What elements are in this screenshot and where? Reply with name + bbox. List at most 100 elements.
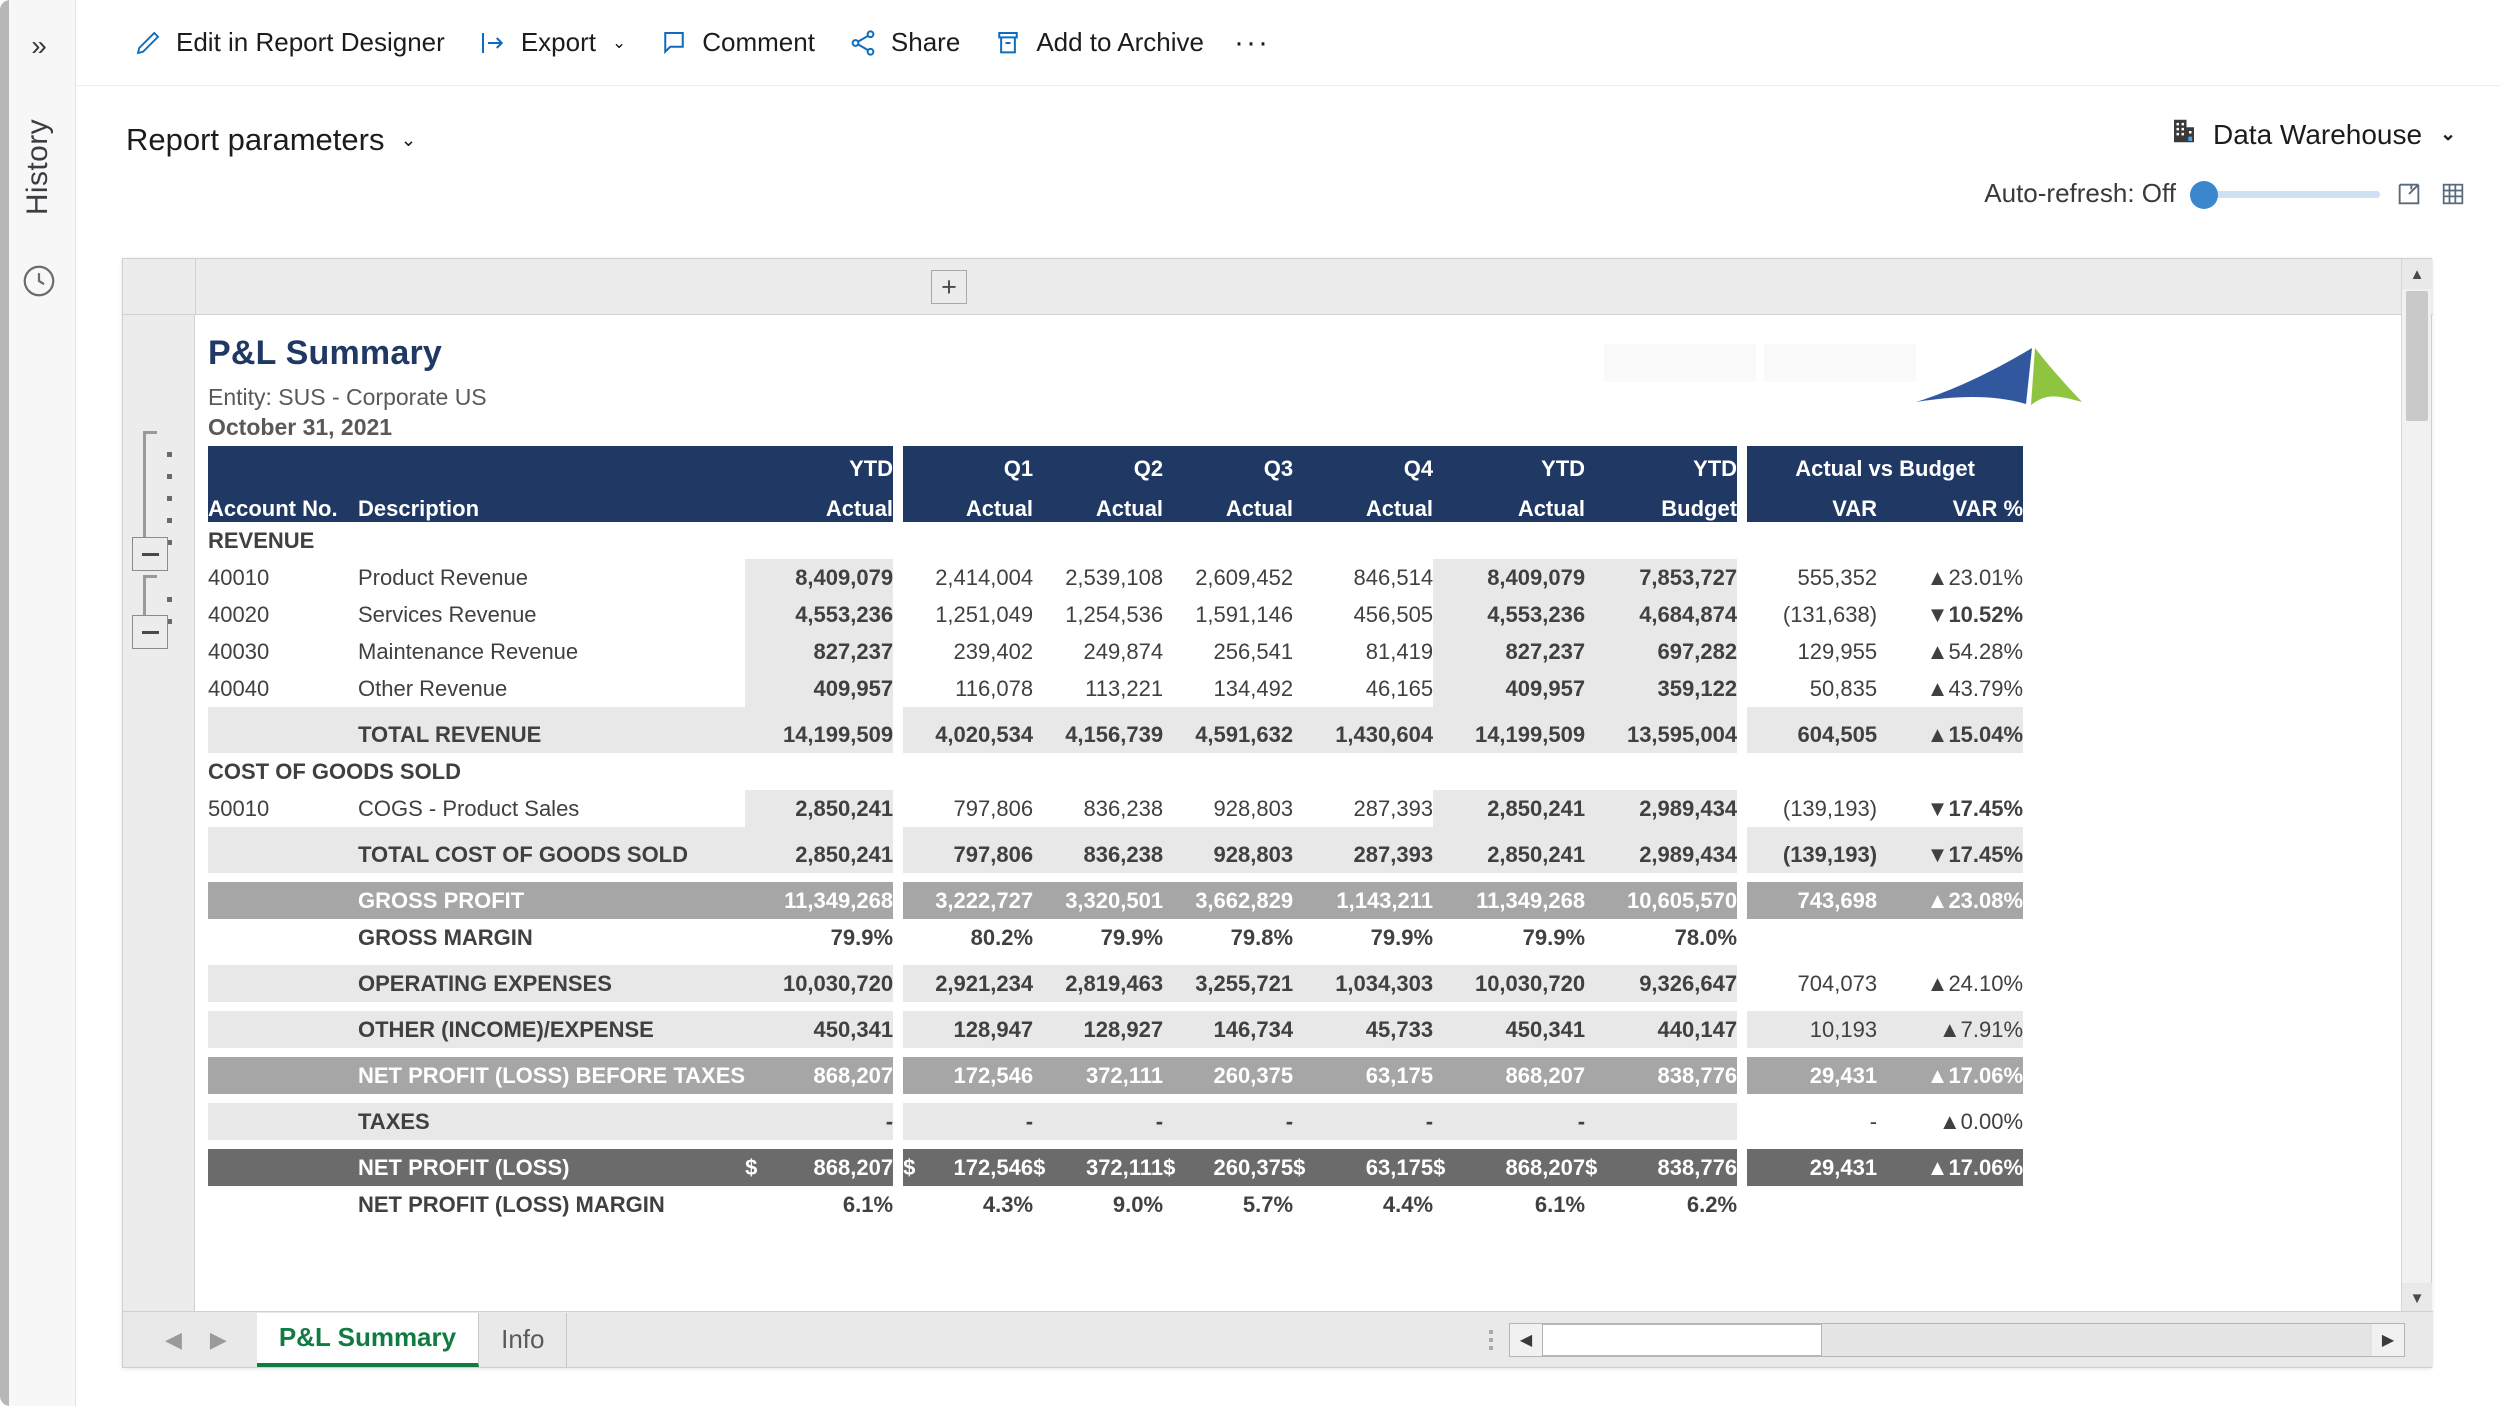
header-ytd-actual-top: YTD: [745, 446, 894, 484]
scroll-left-button[interactable]: ◀: [1510, 1324, 1542, 1356]
export-box-icon[interactable]: [2394, 179, 2424, 209]
table-row[interactable]: 50010 COGS - Product Sales 2,850,241 797…: [208, 790, 2023, 827]
header-ytd-actual: Actual: [745, 484, 894, 522]
cell-q1: 239,402: [953, 638, 1034, 664]
cell-q3: 928,803: [1213, 795, 1294, 821]
cell-description: Product Revenue: [358, 564, 528, 590]
pnl-table: YTD Q1 Q2 Q3 Q4 YTD YTD Actual vs Budget…: [208, 446, 2024, 1223]
cell-var: (139,193): [1747, 836, 1878, 873]
cell-ytd-actual-2: 2,850,241: [1433, 790, 1586, 827]
summary-row-taxes[interactable]: TAXES - - - - - - - ▲0.00%: [208, 1103, 2023, 1140]
report-date: October 31, 2021: [208, 414, 393, 440]
cell-label: TAXES: [358, 1103, 746, 1140]
horizontal-scroll-track[interactable]: [1542, 1324, 2372, 1356]
vertical-scrollbar[interactable]: ▲ ▼: [2401, 259, 2432, 1313]
cell-ytd-actual-2: $868,207: [1433, 1149, 1586, 1186]
collapse-cogs-group-button[interactable]: [132, 615, 168, 649]
rail-edge: [0, 0, 9, 1406]
cell-q4: -: [1293, 1103, 1434, 1140]
cell-q2: 249,874: [1083, 638, 1164, 664]
sheet-tab-pl-summary[interactable]: P&L Summary: [256, 1312, 480, 1367]
clock-icon[interactable]: [20, 262, 58, 300]
sheet-prev-button[interactable]: ◀: [165, 1327, 182, 1353]
sheet-tab-bar: ◀ ▶ P&L Summary Info ◀ ▶: [123, 1311, 2433, 1367]
share-button[interactable]: Share: [831, 15, 976, 71]
cell-ytd-budget: 359,122: [1585, 670, 1738, 707]
horizontal-scrollbar[interactable]: ◀ ▶: [1509, 1323, 2405, 1357]
cell-ytd-actual-2: 6.1%: [1534, 1191, 1586, 1217]
split-grip[interactable]: [1489, 1330, 1493, 1350]
scroll-up-button[interactable]: ▲: [2402, 259, 2432, 289]
summary-row-net-profit[interactable]: NET PROFIT (LOSS) $868,207 $172,546 $372…: [208, 1149, 2024, 1186]
sheet-tab-info[interactable]: Info: [479, 1312, 568, 1367]
cell-q4: 4.4%: [1382, 1191, 1434, 1217]
header-q4-actual: Actual: [1293, 484, 1434, 522]
collapse-revenue-group-button[interactable]: [132, 537, 168, 571]
cell-q4: 287,393: [1293, 836, 1434, 873]
expand-panel-icon[interactable]: »: [18, 26, 60, 66]
expand-group-button[interactable]: +: [931, 270, 967, 304]
cell-ytd-actual-2: 8,409,079: [1433, 559, 1586, 596]
table-row[interactable]: 40020 Services Revenue 4,553,236 1,251,0…: [208, 596, 2023, 633]
cell-var-pct: ▲15.04%: [1877, 716, 2024, 753]
cell-q3: 1,591,146: [1195, 601, 1294, 627]
slider-knob[interactable]: [2190, 180, 2218, 209]
table-row[interactable]: 40040 Other Revenue 409,957 116,078 113,…: [208, 670, 2023, 707]
edit-in-report-designer-label: Edit in Report Designer: [176, 27, 445, 57]
cell-q2: 79.9%: [1100, 924, 1164, 950]
history-panel-tab[interactable]: History: [12, 92, 64, 242]
data-source-dropdown[interactable]: Data Warehouse ⌄: [2169, 116, 2456, 153]
cell-label: GROSS MARGIN: [358, 924, 533, 950]
table-row[interactable]: 40030 Maintenance Revenue 827,237 239,40…: [208, 633, 2023, 670]
export-label: Export: [520, 27, 596, 57]
scroll-right-button[interactable]: ▶: [2372, 1324, 2404, 1356]
left-rail: » History: [0, 0, 76, 1406]
sheet-next-button[interactable]: ▶: [210, 1327, 227, 1353]
ghost-cell-1: [1604, 344, 1756, 382]
table-row[interactable]: 40010 Product Revenue 8,409,079 2,414,00…: [208, 559, 2023, 596]
summary-row-gross-margin[interactable]: GROSS MARGIN 79.9% 80.2% 79.9% 79.8% 79.…: [208, 919, 2023, 956]
auto-refresh-slider[interactable]: [2190, 180, 2380, 209]
summary-row-gross-profit[interactable]: GROSS PROFIT 11,349,268 3,222,727 3,320,…: [208, 882, 2024, 919]
grid-icon[interactable]: [2438, 179, 2468, 209]
cell-var: -: [1869, 1108, 1878, 1134]
total-row-revenue[interactable]: TOTAL REVENUE 14,199,509 4,020,534 4,156…: [208, 716, 2024, 753]
edit-in-report-designer-button[interactable]: Edit in Report Designer: [116, 15, 461, 71]
cell-q3: 79.8%: [1230, 924, 1294, 950]
header-q2-top: Q2: [1033, 446, 1164, 484]
summary-row-net-profit-before-taxes[interactable]: NET PROFIT (LOSS) BEFORE TAXES 868,207 1…: [208, 1057, 2024, 1094]
cell-q3: $260,375: [1163, 1149, 1294, 1186]
horizontal-scroll-thumb[interactable]: [1542, 1324, 1822, 1356]
cell-ytd-actual-2: -: [1433, 1103, 1586, 1140]
export-icon: [477, 27, 509, 59]
report-parameters-dropdown[interactable]: Report parameters ⌄: [126, 122, 416, 158]
cell-var: (139,193): [1782, 795, 1878, 821]
summary-row-operating-expenses[interactable]: OPERATING EXPENSES 10,030,720 2,921,234 …: [208, 965, 2023, 1002]
cell-ytd-actual-2: 2,850,241: [1433, 836, 1586, 873]
summary-row-other-income-expense[interactable]: OTHER (INCOME)/EXPENSE 450,341 128,947 1…: [208, 1011, 2024, 1048]
summary-row-net-profit-margin[interactable]: NET PROFIT (LOSS) MARGIN 6.1% 4.3% 9.0% …: [208, 1186, 2023, 1223]
cell-ytd-budget: [1585, 1103, 1738, 1140]
cell-var-pct: ▲17.06%: [1877, 1057, 2024, 1094]
more-commands-button[interactable]: ···: [1220, 15, 1284, 71]
scroll-down-button[interactable]: ▼: [2402, 1283, 2432, 1313]
arrow-up-icon: ▲: [1926, 721, 1949, 747]
cell-ytd-actual-2: 450,341: [1433, 1011, 1586, 1048]
cell-var-pct: ▲24.10%: [1926, 970, 2024, 996]
add-to-archive-button[interactable]: Add to Archive: [976, 15, 1220, 71]
currency-symbol: $: [745, 1154, 758, 1180]
export-button[interactable]: Export ⌄: [461, 15, 642, 71]
cell-ytd-actual: 450,341: [745, 1011, 894, 1048]
cell-ytd-budget: 4,684,874: [1585, 596, 1738, 633]
header-q3-actual: Actual: [1163, 484, 1294, 522]
comment-button[interactable]: Comment: [642, 15, 831, 71]
cell-var: 29,431: [1747, 1149, 1878, 1186]
vertical-scroll-thumb[interactable]: [2406, 291, 2428, 421]
cell-q1: 128,947: [903, 1011, 1034, 1048]
cell-ytd-actual: 2,850,241: [745, 790, 894, 827]
currency-symbol: $: [1433, 1154, 1446, 1180]
arrow-up-icon: ▲: [1938, 1016, 1961, 1042]
report-parameters-label: Report parameters: [126, 122, 385, 157]
cell-account-no: 40040: [208, 675, 270, 701]
total-row-cogs[interactable]: TOTAL COST OF GOODS SOLD 2,850,241 797,8…: [208, 836, 2024, 873]
